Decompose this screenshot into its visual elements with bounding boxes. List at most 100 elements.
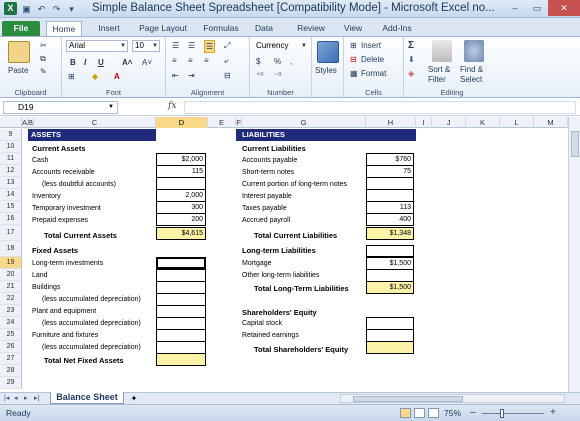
percent-button[interactable]: % (274, 56, 281, 67)
total-fixed-assets-value[interactable] (156, 353, 206, 366)
new-sheet-icon[interactable]: ✦ (127, 393, 141, 404)
cut-icon[interactable]: ✂ (40, 40, 47, 51)
normal-view-icon[interactable] (400, 408, 411, 418)
find-select-icon[interactable] (464, 40, 484, 62)
excel-icon[interactable]: X (4, 2, 17, 15)
inventory-label[interactable]: Inventory (32, 193, 61, 200)
long-term-liabilities-blank[interactable] (366, 245, 414, 257)
zoom-in-button[interactable]: + (550, 407, 556, 418)
total-current-liabilities-label[interactable]: Total Current Liabilities (254, 231, 337, 240)
merge-center-icon[interactable]: ⊟ (224, 70, 231, 81)
wrap-text-icon[interactable]: ⤶ (224, 55, 228, 66)
format-cells-button[interactable]: Format (361, 68, 386, 79)
currency-button[interactable]: $ (256, 56, 260, 67)
fill-icon[interactable]: ⬇ (408, 54, 415, 65)
long-term-liabilities-title[interactable]: Long-term Liabilities (242, 246, 316, 255)
depreciation-label-2[interactable]: (less accumulated depreciation) (42, 320, 141, 327)
sort-filter-icon[interactable] (432, 40, 452, 62)
row-header-22[interactable]: 22 (0, 293, 22, 305)
redo-icon[interactable]: ↷ (51, 3, 62, 15)
row-header-19[interactable]: 19 (0, 257, 22, 269)
column-header-c[interactable]: C (34, 117, 156, 128)
capital-stock-label[interactable]: Capital stock (242, 320, 282, 327)
column-header-j[interactable]: J (432, 117, 466, 128)
italic-button[interactable]: I (84, 57, 86, 68)
mortgage-label[interactable]: Mortgage (242, 260, 272, 267)
total-fixed-assets-label[interactable]: Total Net Fixed Assets (44, 356, 124, 365)
row-header-28[interactable]: 28 (0, 365, 22, 377)
page-break-view-icon[interactable] (428, 408, 439, 418)
temporary-investment-label[interactable]: Temporary investment (32, 205, 101, 212)
long-term-investments-value[interactable] (156, 257, 206, 269)
short-term-notes-label[interactable]: Short-term notes (242, 169, 294, 176)
borders-icon[interactable]: ⊞ (68, 71, 75, 82)
save-icon[interactable]: ▣ (21, 3, 32, 15)
row-header-27[interactable]: 27 (0, 353, 22, 365)
tab-insert[interactable]: Insert (90, 21, 128, 36)
worksheet-grid[interactable]: A B C D E F G H I J K L M 9 10 11 12 13 … (0, 117, 568, 392)
tab-data[interactable]: Data (250, 21, 278, 36)
clear-icon[interactable]: ◈ (408, 68, 414, 79)
other-lt-liabilities-label[interactable]: Other long-term liabilities (242, 272, 319, 279)
column-header-d[interactable]: D (156, 117, 208, 128)
page-layout-view-icon[interactable] (414, 408, 425, 418)
horizontal-scroll-thumb[interactable] (353, 396, 463, 402)
format-cells-icon[interactable]: ▦ (350, 68, 358, 79)
long-term-investments-label[interactable]: Long-term investments (32, 260, 103, 267)
formula-input[interactable] (184, 101, 576, 114)
font-size-combo[interactable]: 10 ▼ (132, 40, 160, 52)
paste-icon[interactable] (8, 41, 30, 63)
current-liabilities-title[interactable]: Current Liabilities (242, 144, 306, 153)
total-current-assets-label[interactable]: Total Current Assets (44, 231, 117, 240)
row-header-23[interactable]: 23 (0, 305, 22, 317)
select-all-corner[interactable] (0, 117, 22, 128)
orientation-icon[interactable]: ⤢ (224, 40, 230, 51)
row-header-10[interactable]: 10 (0, 141, 22, 153)
column-header-e[interactable]: E (208, 117, 236, 128)
total-shareholders-equity-value[interactable] (366, 341, 414, 354)
zoom-out-button[interactable]: – (470, 407, 476, 418)
insert-cells-button[interactable]: Insert (361, 40, 381, 51)
row-header-15[interactable]: 15 (0, 201, 22, 213)
delete-cells-button[interactable]: Delete (361, 54, 384, 65)
tab-home[interactable]: Home (46, 21, 82, 36)
row-header-25[interactable]: 25 (0, 329, 22, 341)
column-header-h[interactable]: H (366, 117, 416, 128)
sort-filter-label-2[interactable]: Filter (428, 74, 446, 85)
accounts-payable-label[interactable]: Accounts payable (242, 157, 297, 164)
doubtful-accounts-label[interactable]: (less doubtful accounts) (42, 181, 116, 188)
liabilities-header[interactable]: LIABILITIES (236, 129, 416, 141)
prepaid-expenses-value[interactable]: 200 (156, 213, 206, 226)
retained-earnings-label[interactable]: Retained earnings (242, 332, 299, 339)
tab-add-ins[interactable]: Add-Ins (376, 21, 418, 36)
total-current-assets-value[interactable]: $4,615 (156, 227, 206, 240)
prepaid-expenses-label[interactable]: Prepaid expenses (32, 217, 88, 224)
increase-indent-icon[interactable]: ⇥ (188, 70, 195, 81)
row-header-26[interactable]: 26 (0, 341, 22, 353)
row-header-24[interactable]: 24 (0, 317, 22, 329)
copy-icon[interactable]: ⧉ (40, 53, 46, 64)
row-header-11[interactable]: 11 (0, 153, 22, 165)
total-lt-liabilities-value[interactable]: $1,500 (366, 281, 414, 294)
increase-decimal-icon[interactable]: ⁺⁰ (256, 70, 263, 81)
furniture-fixtures-label[interactable]: Furniture and fixtures (32, 332, 98, 339)
current-portion-lt-notes-label[interactable]: Current portion of long-term notes (242, 181, 347, 188)
customize-qat-icon[interactable]: ▾ (66, 3, 77, 15)
tab-formulas[interactable]: Formulas (198, 21, 244, 36)
function-icon[interactable]: fx (168, 101, 176, 111)
font-color-icon[interactable]: A (114, 71, 120, 82)
minimize-button[interactable]: – (504, 0, 526, 16)
shareholders-equity-title[interactable]: Shareholders' Equity (242, 308, 317, 317)
row-header-21[interactable]: 21 (0, 281, 22, 293)
tab-file[interactable]: File (2, 21, 40, 36)
cash-label[interactable]: Cash (32, 157, 48, 164)
delete-cells-icon[interactable]: ⊟ (350, 54, 357, 65)
tab-view[interactable]: View (338, 21, 368, 36)
total-lt-liabilities-label[interactable]: Total Long-Term Liabilities (254, 284, 349, 293)
decrease-decimal-icon[interactable]: ⁻⁰ (274, 70, 281, 81)
column-header-m[interactable]: M (534, 117, 568, 128)
zoom-slider[interactable] (482, 413, 544, 414)
row-header-20[interactable]: 20 (0, 269, 22, 281)
bold-button[interactable]: B (70, 57, 76, 68)
land-label[interactable]: Land (32, 272, 48, 279)
